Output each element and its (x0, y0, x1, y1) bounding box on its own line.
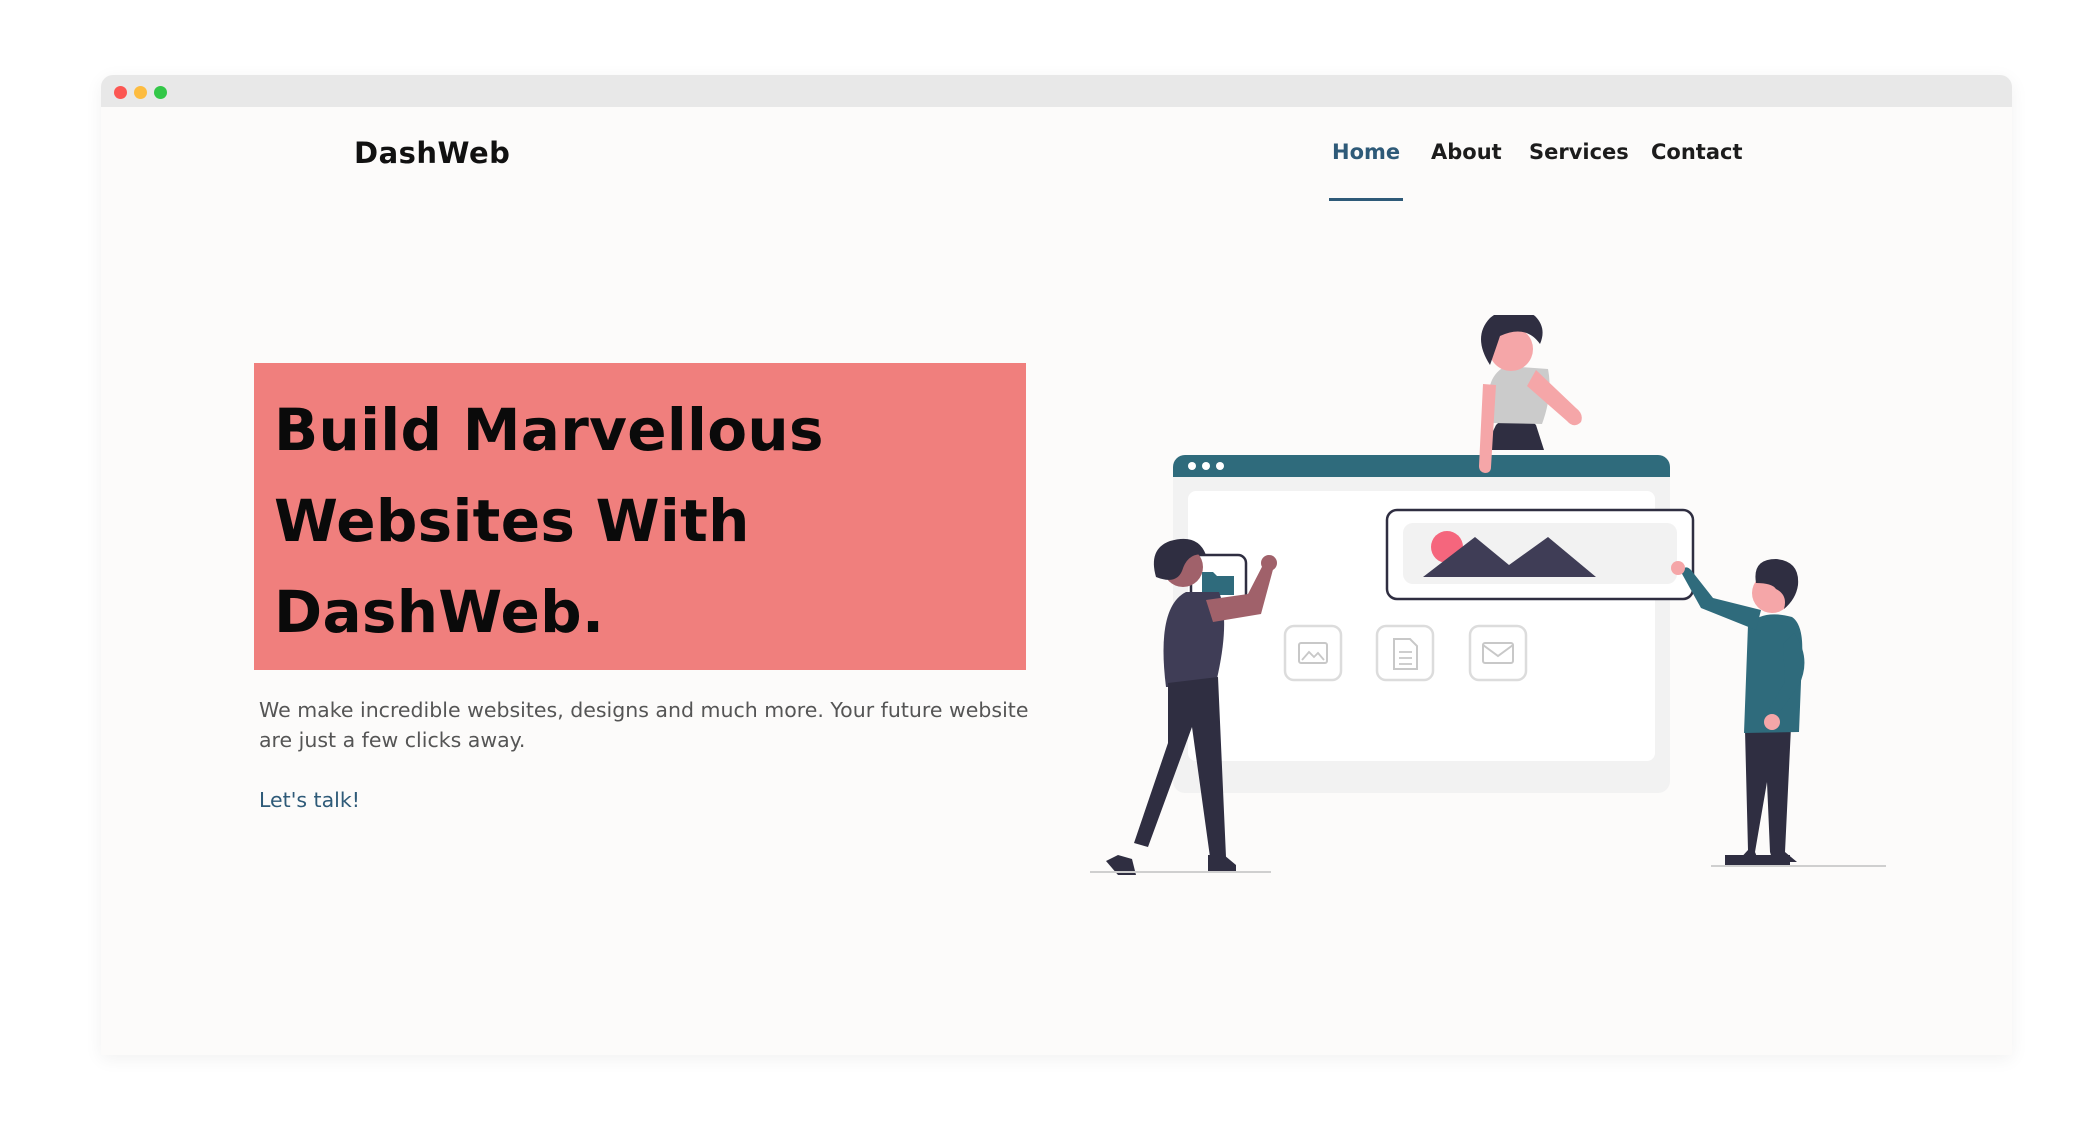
nav-about-link[interactable]: About (1431, 140, 1502, 200)
mountain-image-icon (1385, 508, 1695, 601)
nav-services-link[interactable]: Services (1529, 140, 1629, 200)
browser-mockup-illustration (1173, 455, 1670, 793)
hero-description: We make incredible websites, designs and… (259, 698, 1029, 752)
browser-window: DashWeb Home About Services Contact Buil… (101, 75, 2012, 1055)
image-icon (1283, 624, 1343, 682)
man-figure (1671, 559, 1886, 867)
maximize-window-button[interactable] (154, 86, 167, 99)
window-titlebar (101, 75, 2012, 107)
nav-home-link[interactable]: Home (1328, 140, 1404, 201)
hero-title-block: Build Marvellous Websites With DashWeb. (254, 363, 1026, 670)
nav-contact-link[interactable]: Contact (1651, 140, 1743, 200)
lets-talk-link[interactable]: Let's talk! (259, 788, 360, 812)
minimize-window-button[interactable] (134, 86, 147, 99)
hero-illustration (1090, 315, 1886, 875)
document-icon (1375, 624, 1435, 682)
hero-title-line-3: DashWeb. (274, 578, 605, 646)
main-nav: Home About Services Contact (101, 140, 2012, 201)
close-window-button[interactable] (114, 86, 127, 99)
woman-on-top-figure (1479, 315, 1582, 473)
hero-title-line-1: Build Marvellous (274, 396, 824, 464)
hero-title-line-2: Websites With (274, 487, 750, 555)
mail-icon (1468, 624, 1528, 682)
